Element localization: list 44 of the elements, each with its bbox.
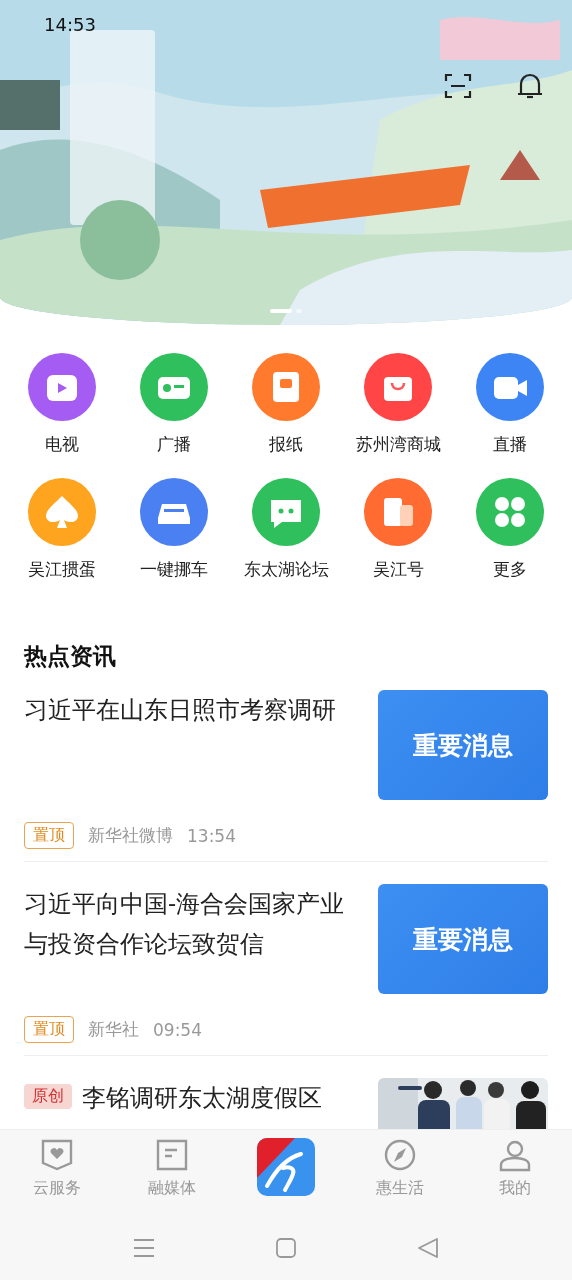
bell-icon[interactable]	[516, 71, 544, 101]
shortcut-label[interactable]: 广播	[157, 433, 191, 456]
news-title[interactable]: 习近平在山东日照市考察调研	[24, 690, 336, 730]
original-tag: 原创	[24, 1084, 72, 1109]
news-thumbnail[interactable]: 重要消息	[378, 690, 548, 800]
back-icon[interactable]	[417, 1236, 439, 1259]
person-icon	[497, 1138, 532, 1172]
shortcut-label[interactable]: 苏州湾商城	[355, 433, 441, 456]
shield-icon	[40, 1138, 75, 1172]
shortcut-label[interactable]: 更多	[493, 558, 527, 581]
pinned-tag: 置顶	[24, 1016, 74, 1043]
video-icon[interactable]	[476, 353, 544, 421]
note-icon	[154, 1138, 189, 1172]
news-time: 09:54	[153, 1019, 202, 1040]
home-icon[interactable]	[275, 1236, 297, 1259]
app-logo-icon[interactable]	[257, 1138, 315, 1196]
book-icon[interactable]	[364, 478, 432, 546]
shortcut-label[interactable]: 东太湖论坛	[243, 558, 329, 581]
news-thumbnail[interactable]: 重要消息	[378, 884, 548, 994]
scan-icon[interactable]	[444, 72, 472, 100]
news-source: 新华社微博	[88, 824, 173, 847]
shortcut-label[interactable]: 直播	[493, 433, 527, 456]
shortcut-label[interactable]: 一键挪车	[140, 558, 208, 581]
shortcut-label[interactable]: 电视	[45, 433, 79, 456]
menu-icon[interactable]	[133, 1236, 155, 1259]
shortcut-label[interactable]: 报纸	[269, 433, 303, 456]
news-source: 新华社	[88, 1018, 139, 1041]
paper-icon[interactable]	[252, 353, 320, 421]
radio-icon[interactable]	[140, 353, 208, 421]
car-icon[interactable]	[140, 478, 208, 546]
news-time: 13:54	[187, 825, 236, 846]
section-title: 热点资讯	[22, 642, 117, 671]
chat-icon[interactable]	[252, 478, 320, 546]
news-title[interactable]: 李铭调研东太湖度假区	[82, 1078, 322, 1118]
grid-icon[interactable]	[476, 478, 544, 546]
news-title[interactable]: 习近平向中国-海合会国家产业与投资合作论坛致贺信	[24, 884, 360, 964]
tv-icon[interactable]	[28, 353, 96, 421]
compass-icon	[383, 1138, 418, 1172]
bag-icon[interactable]	[364, 353, 432, 421]
pinned-tag: 置顶	[24, 822, 74, 849]
status-time: 14:53	[44, 14, 96, 35]
shortcut-label[interactable]: 吴江号	[372, 558, 424, 581]
shortcut-label[interactable]: 吴江掼蛋	[28, 558, 96, 581]
spade-icon[interactable]	[28, 478, 96, 546]
